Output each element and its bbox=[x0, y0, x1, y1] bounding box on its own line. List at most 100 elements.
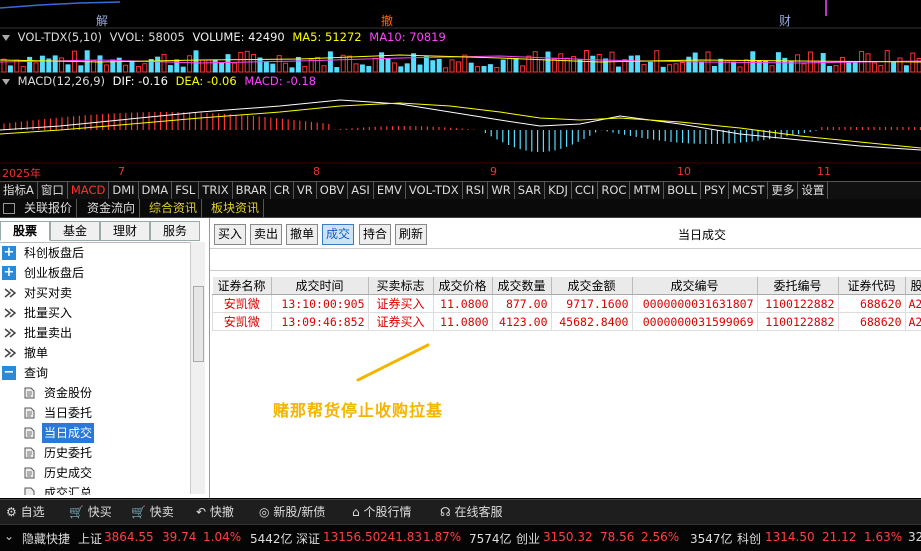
tab-related-quotes[interactable]: 关联报价 bbox=[20, 199, 77, 217]
column-header[interactable]: 证券代码 bbox=[838, 277, 905, 295]
tab-fund-flow[interactable]: 资金流向 bbox=[83, 199, 140, 217]
table-body: 安凯微13:10:00:905证券买入11.0800877.009717.160… bbox=[213, 295, 921, 331]
indicator-tab[interactable]: MCST bbox=[729, 182, 768, 199]
tab-stocks[interactable]: 股票 bbox=[0, 221, 50, 241]
indicator-tab[interactable]: VR bbox=[294, 182, 317, 199]
indicator-tab[interactable]: BOLL bbox=[664, 182, 701, 199]
indicator-tab[interactable]: VOL-TDX bbox=[406, 182, 463, 199]
quick-sell-button[interactable]: 🛒 快卖 bbox=[131, 500, 174, 524]
refresh-button[interactable]: 刷新 bbox=[395, 224, 427, 245]
volume-bar bbox=[252, 55, 256, 72]
indicator-tab[interactable]: DMA bbox=[139, 182, 173, 199]
tab-wealth[interactable]: 理财 bbox=[100, 221, 150, 241]
cancel-button[interactable]: 撤单 bbox=[286, 224, 318, 245]
sell-button[interactable]: 卖出 bbox=[250, 224, 282, 245]
table-cell: 45682.8400 bbox=[551, 313, 632, 331]
window-toggle-icon[interactable] bbox=[3, 203, 15, 214]
volume-bar bbox=[162, 54, 166, 72]
indicator-tab[interactable]: CCI bbox=[572, 182, 598, 199]
cart-icon: 🛒 bbox=[131, 505, 146, 519]
volume-bar bbox=[719, 59, 723, 72]
collapse-icon[interactable]: − bbox=[2, 366, 16, 380]
volume-bar bbox=[226, 55, 230, 72]
indicator-tab[interactable]: TRIX bbox=[199, 182, 232, 199]
header-divider bbox=[210, 270, 921, 271]
indicator-tab[interactable]: PSY bbox=[701, 182, 729, 199]
ipo-button[interactable]: ◎ 新股/新债 bbox=[259, 500, 325, 524]
volume-bar bbox=[60, 58, 64, 72]
hide-shortcut-label[interactable]: 隐藏快捷 bbox=[22, 530, 70, 547]
indicator-tab[interactable]: 设置 bbox=[798, 182, 828, 199]
column-header[interactable]: 成交金额 bbox=[551, 277, 632, 295]
indicator-tab[interactable]: EMV bbox=[374, 182, 406, 199]
tab-services[interactable]: 服务 bbox=[150, 221, 200, 241]
table-cell: 688620 bbox=[838, 295, 905, 313]
customer-service-button[interactable]: ☊ 在线客服 bbox=[440, 500, 503, 524]
column-header[interactable]: 成交编号 bbox=[632, 277, 757, 295]
column-header[interactable]: 股东代 bbox=[905, 277, 921, 295]
expand-icon[interactable]: + bbox=[2, 246, 16, 260]
tab-sector-news[interactable]: 板块资讯 bbox=[207, 199, 264, 217]
table-row[interactable]: 安凯微13:09:46:852证券买入11.08004123.0045682.8… bbox=[213, 313, 921, 331]
event-mark-1[interactable]: 解 bbox=[96, 12, 108, 29]
collapse-icon[interactable] bbox=[2, 35, 10, 41]
cy-name: 创业 bbox=[516, 530, 540, 547]
collapse-icon[interactable] bbox=[2, 79, 10, 85]
annotation-line bbox=[352, 340, 434, 385]
quick-cancel-button[interactable]: ↶ 快撤 bbox=[196, 500, 234, 524]
volume-bar bbox=[8, 66, 12, 72]
indicator-tab[interactable]: ASI bbox=[348, 182, 374, 199]
tab-general-news[interactable]: 综合资讯 bbox=[145, 199, 202, 217]
volume-bar bbox=[770, 66, 774, 72]
volume-bar bbox=[284, 63, 288, 72]
volume-bar bbox=[680, 63, 684, 72]
column-header[interactable]: 成交价格 bbox=[433, 277, 492, 295]
indicator-tab[interactable]: RSI bbox=[463, 182, 489, 199]
indicator-tab[interactable]: 指标A bbox=[0, 182, 38, 199]
volume-bar bbox=[328, 52, 332, 72]
tab-funds[interactable]: 基金 bbox=[50, 221, 100, 241]
column-header[interactable]: 证券名称 bbox=[213, 277, 272, 295]
tree-scrollbar[interactable] bbox=[190, 242, 205, 494]
holdings-button[interactable]: 持合 bbox=[359, 224, 391, 245]
volume-bar bbox=[367, 67, 371, 72]
indicator-tab[interactable]: KDJ bbox=[545, 182, 572, 199]
event-mark-2[interactable]: 撤 bbox=[381, 12, 393, 29]
stock-quote-button[interactable]: ⌂ 个股行情 bbox=[352, 500, 411, 524]
indicator-tab[interactable]: OBV bbox=[317, 182, 348, 199]
indicator-tab[interactable]: ROC bbox=[598, 182, 630, 199]
indicator-tab[interactable]: WR bbox=[488, 182, 514, 199]
scrollbar-thumb[interactable] bbox=[193, 286, 204, 362]
indicator-tab[interactable]: MACD bbox=[68, 182, 109, 199]
indicator-tab[interactable]: BRAR bbox=[233, 182, 271, 199]
table-cell: 1100122882 bbox=[757, 295, 838, 313]
expand-icon[interactable]: + bbox=[2, 266, 16, 280]
quick-buy-button[interactable]: 🛒 快买 bbox=[69, 500, 112, 524]
volume-bar bbox=[456, 62, 460, 72]
kc-name: 科创 bbox=[737, 530, 761, 547]
indicator-tab[interactable]: 更多 bbox=[768, 182, 798, 199]
indicator-tab[interactable]: CR bbox=[271, 182, 294, 199]
trades-button[interactable]: 成交 bbox=[322, 224, 354, 245]
volume-bar bbox=[738, 67, 742, 72]
column-header[interactable]: 成交时间 bbox=[271, 277, 368, 295]
column-header[interactable]: 买卖标志 bbox=[368, 277, 433, 295]
event-mark-3[interactable]: 财 bbox=[779, 12, 791, 29]
chevron-down-icon[interactable]: ⌄ bbox=[4, 529, 14, 543]
indicator-tab[interactable]: DMI bbox=[109, 182, 138, 199]
indicator-tab[interactable]: MTM bbox=[630, 182, 664, 199]
buy-button[interactable]: 买入 bbox=[214, 224, 246, 245]
volume-bar bbox=[53, 56, 57, 72]
sz-value: 13156.50 bbox=[323, 530, 380, 544]
table-row[interactable]: 安凯微13:10:00:905证券买入11.0800877.009717.160… bbox=[213, 295, 921, 313]
favorites-button[interactable]: ⚙ 自选 bbox=[6, 500, 45, 524]
table-cell: 1100122882 bbox=[757, 313, 838, 331]
sz-name: 深证 bbox=[296, 530, 320, 547]
column-header[interactable]: 成交数量 bbox=[492, 277, 551, 295]
indicator-tab[interactable]: FSL bbox=[172, 182, 199, 199]
cy-amount: 3547亿 bbox=[690, 530, 733, 547]
volume-bar bbox=[904, 66, 908, 72]
column-header[interactable]: 委托编号 bbox=[757, 277, 838, 295]
indicator-tab[interactable]: 窗口 bbox=[38, 182, 68, 199]
indicator-tab[interactable]: SAR bbox=[515, 182, 545, 199]
